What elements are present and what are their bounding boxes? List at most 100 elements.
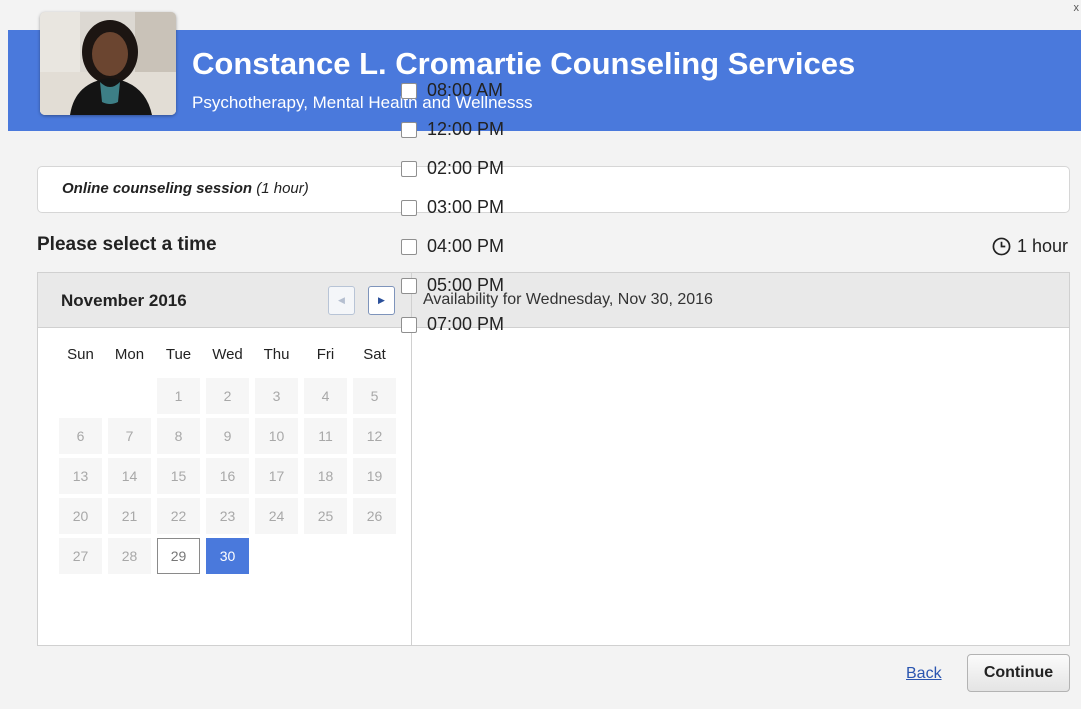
chevron-right-icon: ▶: [378, 295, 385, 305]
calendar-day: 11: [301, 417, 350, 457]
time-slot-checkbox[interactable]: [401, 160, 417, 177]
calendar-empty-cell: [252, 537, 301, 577]
calendar-day: 23: [203, 497, 252, 537]
calendar-day: 7: [105, 417, 154, 457]
calendar-day-number: 25: [304, 498, 347, 534]
weekday-header-row: Sun Mon Tue Wed Thu Fri Sat: [56, 346, 399, 363]
calendar-day-number: 24: [255, 498, 298, 534]
calendar-day-number: 12: [353, 418, 396, 454]
calendar-day: 14: [105, 457, 154, 497]
calendar-day: 22: [154, 497, 203, 537]
calendar-day-number: 2: [206, 378, 249, 414]
time-slot-label: 07:00 PM: [427, 314, 505, 334]
calendar-day-number: 11: [304, 418, 347, 454]
calendar-day: 25: [301, 497, 350, 537]
time-slot-option[interactable]: 02:00 PM: [401, 149, 504, 188]
calendar-day: 9: [203, 417, 252, 457]
weekday-label: Sat: [363, 346, 386, 363]
back-link[interactable]: Back: [906, 665, 942, 683]
calendar-day-number: 22: [157, 498, 200, 534]
time-slot-checkbox[interactable]: [401, 238, 417, 255]
calendar-header: November 2016 ◀ ▶: [38, 273, 412, 328]
weekday-label: Mon: [114, 346, 145, 363]
calendar-day-number: 29: [157, 538, 200, 574]
calendar-day-number: 19: [353, 458, 396, 494]
prev-month-button[interactable]: ◀: [328, 286, 355, 315]
calendar-day-number: 21: [108, 498, 151, 534]
calendar-day-number: 14: [108, 458, 151, 494]
time-slot-option[interactable]: 12:00 PM: [401, 110, 504, 149]
calendar-day: 2: [203, 377, 252, 417]
chevron-left-icon: ◀: [338, 295, 345, 305]
brand-title: Constance L. Cromartie Counseling Servic…: [192, 46, 856, 81]
calendar-day-number: 7: [108, 418, 151, 454]
weekday-label: Thu: [263, 346, 290, 363]
service-summary: Online counseling session (1 hour): [37, 166, 1070, 213]
weekday-label: Fri: [316, 346, 335, 363]
time-slot-label: 08:00 AM: [427, 80, 504, 100]
clock-icon: [992, 237, 1011, 256]
calendar-days: 1 2 3 4 5 6 7 8 9 10 11 12 13 14 15 16 17 18 19 20 21 22 23 24 2…: [56, 377, 399, 577]
calendar-day-number: 26: [353, 498, 396, 534]
calendar-day-number: 10: [255, 418, 298, 454]
close-icon[interactable]: x: [1074, 2, 1080, 14]
time-slot-label: 02:00 PM: [427, 158, 505, 178]
calendar-grid: Sun Mon Tue Wed Thu Fri Sat 1 2 3 4 5 6 7 8 9 10 11 12 13 1…: [38, 328, 412, 645]
calendar-week-row: 20 21 22 23 24 25 26: [56, 497, 399, 537]
calendar-day: 27: [56, 537, 105, 577]
calendar-day-number: 23: [206, 498, 249, 534]
next-month-button[interactable]: ▶: [368, 286, 395, 315]
calendar-day: 5: [350, 377, 399, 417]
calendar-day: 21: [105, 497, 154, 537]
calendar-day-number: 27: [59, 538, 102, 574]
time-slot-checkbox[interactable]: [401, 199, 417, 216]
time-slot-option[interactable]: 04:00 PM: [401, 227, 504, 266]
calendar-day: 13: [56, 457, 105, 497]
duration-label: 1 hour: [1016, 236, 1068, 256]
calendar-day-number: 15: [157, 458, 200, 494]
calendar-day-number: 17: [255, 458, 298, 494]
calendar-day: 18: [301, 457, 350, 497]
calendar-day: 19: [350, 457, 399, 497]
calendar-day: 15: [154, 457, 203, 497]
calendar-week-row: 13 14 15 16 17 18 19: [56, 457, 399, 497]
booking-page: x Constance L. Cromartie Counseling Serv…: [0, 0, 1081, 709]
calendar-day: 4: [301, 377, 350, 417]
page-title: Please select a time: [37, 234, 217, 255]
calendar-day: 8: [154, 417, 203, 457]
calendar-day-number: 18: [304, 458, 347, 494]
calendar-day: 28: [105, 537, 154, 577]
availability-heading: Availability for Wednesday, Nov 30, 2016: [412, 273, 1069, 328]
calendar-day: 3: [252, 377, 301, 417]
calendar-day-number: 28: [108, 538, 151, 574]
calendar-day-number: 16: [206, 458, 249, 494]
time-slot-label: 03:00 PM: [427, 197, 505, 217]
calendar-day-number: 4: [304, 378, 347, 414]
calendar-day: 20: [56, 497, 105, 537]
time-slot-label: 04:00 PM: [427, 236, 505, 256]
calendar-day: 1: [154, 377, 203, 417]
month-label: November 2016: [61, 291, 187, 310]
calendar-day: 12: [350, 417, 399, 457]
time-slot-option[interactable]: 07:00 PM: [401, 305, 504, 344]
calendar-day-number: 9: [206, 418, 249, 454]
time-slot-checkbox[interactable]: [401, 82, 417, 99]
time-slot-option[interactable]: 08:00 AM: [401, 71, 504, 110]
calendar-day-selected[interactable]: 30: [203, 537, 252, 577]
calendar-day: 17: [252, 457, 301, 497]
calendar-week-row: 27 28 29 30: [56, 537, 399, 577]
time-slot-checkbox[interactable]: [401, 277, 417, 294]
time-slot-checkbox[interactable]: [401, 121, 417, 138]
time-slot-checkbox[interactable]: [401, 316, 417, 333]
time-slot-option[interactable]: 05:00 PM: [401, 266, 504, 305]
continue-button[interactable]: Continue: [967, 654, 1070, 692]
calendar-day: 24: [252, 497, 301, 537]
calendar-day-number: 6: [59, 418, 102, 454]
weekday-label: Sun: [67, 346, 94, 363]
calendar-day: 6: [56, 417, 105, 457]
calendar-day-today[interactable]: 29: [154, 537, 203, 577]
time-slot-option[interactable]: 03:00 PM: [401, 188, 504, 227]
scheduler-panel: November 2016 ◀ ▶ Availability for Wedne…: [37, 272, 1070, 646]
calendar-day-number: 20: [59, 498, 102, 534]
calendar-empty-cell: [105, 377, 154, 417]
